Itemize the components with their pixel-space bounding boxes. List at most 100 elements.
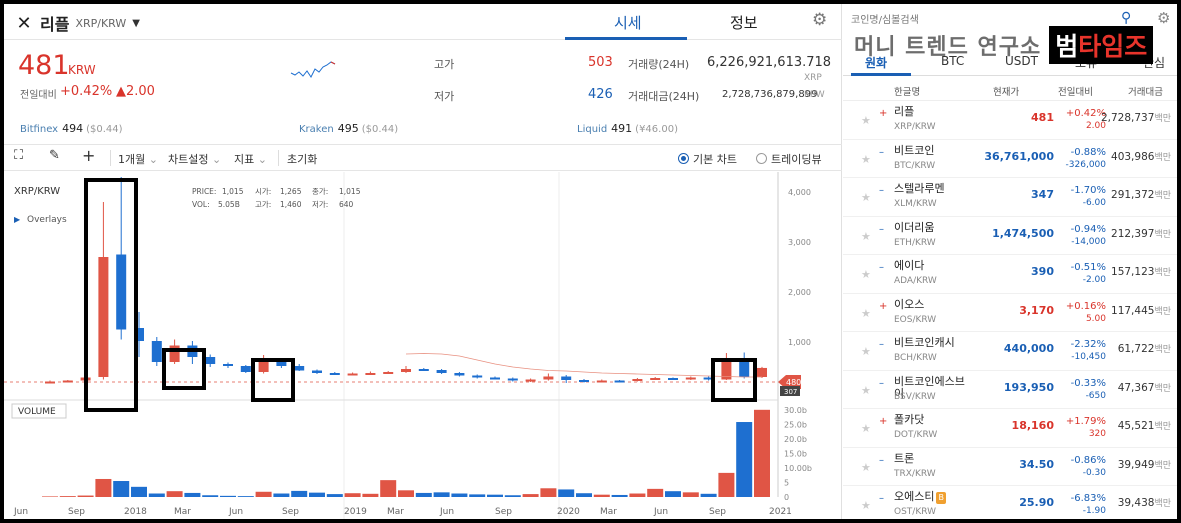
candle-body[interactable] bbox=[223, 364, 233, 366]
candle-body[interactable] bbox=[365, 373, 376, 375]
candle-body[interactable] bbox=[401, 369, 411, 372]
coin-row[interactable]: ★ – 비트코인에스브이 BSV/KRW 193,950 -0.33% -650 47,367… bbox=[843, 371, 1177, 409]
col-name[interactable]: 한글명 bbox=[894, 84, 920, 98]
star-icon[interactable]: ★ bbox=[861, 499, 871, 512]
candle-body[interactable] bbox=[294, 366, 305, 371]
tab-market[interactable]: 시세 bbox=[614, 12, 642, 33]
star-icon[interactable]: ★ bbox=[861, 422, 871, 435]
coin-volume: 2,728,737백만 bbox=[1100, 112, 1171, 124]
divider bbox=[110, 150, 111, 166]
exchange-liquid: Liquid 491 (¥46.00) bbox=[577, 122, 678, 135]
reset-button[interactable]: 초기화 bbox=[287, 151, 317, 167]
volume-bar bbox=[291, 490, 308, 497]
candle-body[interactable] bbox=[45, 381, 55, 384]
volume-bar bbox=[255, 491, 272, 497]
overlays-toggle[interactable]: ▶ bbox=[14, 215, 21, 224]
coin-row[interactable]: ★ – 트론 TRX/KRW 34.50 -0.86% -0.30 39,949백만 bbox=[843, 448, 1177, 486]
tab-underline bbox=[565, 37, 687, 40]
tradingview-radio[interactable]: 트레이딩뷰 bbox=[756, 151, 822, 167]
star-icon[interactable]: ★ bbox=[861, 230, 871, 243]
star-icon[interactable]: ★ bbox=[861, 384, 871, 397]
low-label: 저가: bbox=[312, 200, 328, 209]
volume-label: 거래량(24H) bbox=[628, 58, 690, 71]
candle-body[interactable] bbox=[650, 378, 661, 380]
candle-body[interactable] bbox=[525, 379, 536, 382]
candle-body[interactable] bbox=[739, 360, 750, 377]
col-amount[interactable]: 거래대금 bbox=[1128, 84, 1163, 98]
candlestick-chart-svg[interactable]: XRP/KRW ▶ Overlays PRICE: 1,015 시가: 1,26… bbox=[4, 172, 842, 519]
candle-body[interactable] bbox=[490, 377, 500, 380]
exchange-sub: ($0.44) bbox=[86, 124, 123, 135]
candle-body[interactable] bbox=[383, 372, 394, 374]
indicators-dropdown[interactable]: 지표 ⌄ bbox=[234, 151, 267, 167]
coin-name: 스텔라루멘 bbox=[894, 182, 945, 195]
candle-body[interactable] bbox=[240, 366, 251, 372]
coin-row[interactable]: ★ + 이오스 EOS/KRW 3,170 +0.16% 5.00 117,445백만 bbox=[843, 294, 1177, 332]
x-tick-label: Jun bbox=[228, 507, 243, 517]
candle-body[interactable] bbox=[596, 380, 607, 383]
candle-body[interactable] bbox=[757, 367, 767, 377]
search-icon[interactable]: ⚲ bbox=[1121, 10, 1131, 26]
change-label: 전일대비 bbox=[20, 90, 57, 101]
col-change[interactable]: 전일대비 bbox=[1058, 84, 1093, 98]
crosshair-icon[interactable]: + bbox=[82, 146, 95, 165]
star-icon[interactable]: ★ bbox=[861, 345, 871, 358]
coin-price: 36,761,000 bbox=[984, 149, 1054, 163]
star-icon[interactable]: ★ bbox=[861, 268, 871, 281]
chevron-down-icon[interactable]: ▼ bbox=[132, 18, 140, 29]
chart-symbol: XRP/KRW bbox=[14, 186, 60, 197]
coin-row[interactable]: ★ + 폴카닷 DOT/KRW 18,160 +1.79% 320 45,521백만 bbox=[843, 409, 1177, 448]
star-icon[interactable]: ★ bbox=[861, 153, 871, 166]
coin-row[interactable]: ★ – 오에스티 B OST/KRW 25.90 -6.83% -1.90 39,438백만 bbox=[843, 486, 1177, 519]
coin-row[interactable]: ★ – 비트코인캐시 BCH/KRW 440,000 -2.32% -10,450 61,72… bbox=[843, 332, 1177, 371]
candle-body[interactable] bbox=[116, 254, 127, 330]
gear-icon[interactable]: ⚙ bbox=[1157, 9, 1170, 27]
period-dropdown[interactable]: 1개월 ⌄ bbox=[118, 151, 158, 167]
basic-chart-radio[interactable]: 기본 차트 bbox=[678, 151, 737, 167]
coin-price: 25.90 bbox=[1019, 496, 1054, 509]
coin-row[interactable]: ★ + 리플 XRP/KRW 481 +0.42% 2.00 2,728,737백만 bbox=[843, 101, 1177, 140]
candle-body[interactable] bbox=[329, 373, 340, 375]
candle-body[interactable] bbox=[507, 378, 518, 381]
candle-body[interactable] bbox=[258, 361, 269, 372]
candle-body[interactable] bbox=[62, 380, 73, 383]
star-icon[interactable]: ★ bbox=[861, 307, 871, 320]
candle-body[interactable] bbox=[579, 380, 589, 382]
star-icon[interactable]: ★ bbox=[861, 461, 871, 474]
gear-icon[interactable]: ⚙ bbox=[812, 10, 827, 30]
col-price[interactable]: 현재가 bbox=[993, 84, 1019, 98]
pencil-icon[interactable]: ✎ bbox=[49, 148, 60, 163]
star-icon[interactable]: ★ bbox=[861, 114, 871, 127]
coin-row[interactable]: ★ – 비트코인 BTC/KRW 36,761,000 -0.88% -326,000 403… bbox=[843, 140, 1177, 178]
exchange-sub: (¥46.00) bbox=[635, 124, 678, 135]
fullscreen-icon[interactable]: ⛶ bbox=[14, 148, 23, 163]
candle-body[interactable] bbox=[436, 370, 447, 373]
candle-body[interactable] bbox=[454, 373, 465, 376]
chart-settings-dropdown[interactable]: 차트설정 ⌄ bbox=[168, 151, 221, 167]
coin-selector[interactable]: ✕ 리플 XRP/KRW ▼ bbox=[14, 11, 140, 35]
candle-body[interactable] bbox=[632, 379, 643, 381]
candle-body[interactable] bbox=[614, 380, 625, 383]
star-icon[interactable]: ★ bbox=[861, 191, 871, 204]
volume-bar bbox=[522, 494, 539, 497]
candle-body[interactable] bbox=[561, 376, 572, 381]
coin-row[interactable]: ★ – 이더리움 ETH/KRW 1,474,500 -0.94% -14,000 212,3… bbox=[843, 217, 1177, 255]
candle-body[interactable] bbox=[312, 370, 322, 374]
candle-body[interactable] bbox=[151, 341, 162, 362]
candle-body[interactable] bbox=[685, 377, 696, 380]
candle-body[interactable] bbox=[169, 345, 180, 363]
trend-mini-icon: – bbox=[879, 146, 884, 158]
tab-info[interactable]: 정보 bbox=[730, 12, 758, 33]
price-chart[interactable]: XRP/KRW ▶ Overlays PRICE: 1,015 시가: 1,26… bbox=[4, 172, 842, 519]
overlays-label[interactable]: Overlays bbox=[27, 215, 67, 225]
candle-body[interactable] bbox=[205, 357, 216, 364]
coin-row[interactable]: ★ – 에이다 ADA/KRW 390 -0.51% -2.00 157,123백만 bbox=[843, 255, 1177, 294]
candle-body[interactable] bbox=[472, 375, 483, 378]
candle-body[interactable] bbox=[418, 369, 429, 371]
candle-body[interactable] bbox=[98, 257, 109, 377]
candle-body[interactable] bbox=[543, 376, 554, 380]
volume-bar bbox=[718, 472, 735, 497]
candle-body[interactable] bbox=[668, 378, 678, 380]
coin-row[interactable]: ★ – 스텔라루멘 XLM/KRW 347 -1.70% -6.00 291,372백만 bbox=[843, 178, 1177, 217]
candle-body[interactable] bbox=[347, 373, 358, 376]
